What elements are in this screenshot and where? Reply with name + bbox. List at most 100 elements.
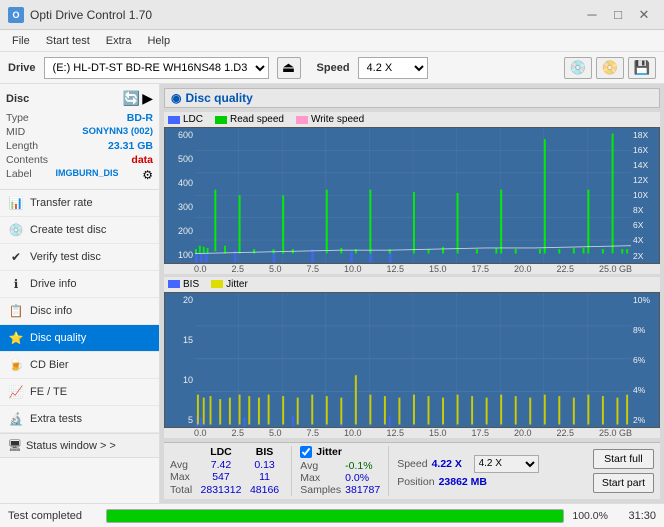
- disc-label-row: Label IMGBURN_DIS ⚙: [6, 167, 153, 183]
- menubar: File Start test Extra Help: [0, 30, 664, 52]
- write-speed-legend-color: [296, 116, 308, 124]
- write-speed-legend-label: Write speed: [311, 114, 364, 125]
- progress-percent: 100.0%: [572, 510, 608, 522]
- yr1-16x: 16X: [633, 145, 657, 155]
- menu-help[interactable]: Help: [139, 33, 178, 49]
- sidebar-item-create-test-disc[interactable]: 💿 Create test disc: [0, 217, 159, 244]
- yr1-10x: 10X: [633, 190, 657, 200]
- x1-5: 5.0: [269, 264, 282, 274]
- menu-start-test[interactable]: Start test: [38, 33, 98, 49]
- yr1-12x: 12X: [633, 175, 657, 185]
- eject-button[interactable]: ⏏: [277, 57, 301, 79]
- sidebar-item-fe-te[interactable]: 📈 FE / TE: [0, 379, 159, 406]
- avg-label: Avg: [170, 459, 196, 471]
- chart1-legend: LDC Read speed Write speed: [164, 112, 660, 127]
- speed-ctrl-select[interactable]: 4.2 X: [474, 455, 539, 473]
- position-val: 23862 MB: [439, 476, 487, 488]
- sidebar-item-drive-info[interactable]: ℹ Drive info: [0, 271, 159, 298]
- nav-label-verify-test-disc: Verify test disc: [30, 251, 101, 263]
- disc-quality-panel: ◉ Disc quality LDC Read speed: [160, 84, 664, 503]
- start-part-button[interactable]: Start part: [593, 473, 654, 493]
- y2-15: 15: [167, 335, 193, 345]
- sidebar-item-disc-info[interactable]: 📋 Disc info: [0, 298, 159, 325]
- jitter-avg-val: -0.1%: [345, 460, 380, 472]
- content-area: ◉ Disc quality LDC Read speed: [160, 84, 664, 503]
- disc-icon2[interactable]: ▶: [142, 90, 153, 107]
- maximize-button[interactable]: □: [606, 5, 630, 25]
- disc-label-icon[interactable]: ⚙: [142, 168, 153, 182]
- speed-ctrl-val: 4.22 X: [432, 458, 470, 470]
- sidebar: Disc 🔄 ▶ Type BD-R MID SONYNN3 (002) Len…: [0, 84, 160, 503]
- x1-10: 10.0: [344, 264, 362, 274]
- start-full-button[interactable]: Start full: [593, 449, 654, 469]
- sidebar-status: 🖥 Status window > >: [0, 433, 159, 458]
- sidebar-item-transfer-rate[interactable]: 📊 Transfer rate: [0, 190, 159, 217]
- sidebar-item-disc-quality[interactable]: ⭐ Disc quality: [0, 325, 159, 352]
- y1-400: 400: [167, 178, 193, 188]
- progress-bar-fill: [107, 510, 563, 522]
- transfer-rate-icon: 📊: [8, 195, 24, 211]
- nav-label-extra-tests: Extra tests: [30, 413, 82, 425]
- total-bis: 48166: [246, 484, 284, 496]
- max-label: Max: [170, 471, 196, 483]
- nav-label-create-test-disc: Create test disc: [30, 224, 106, 236]
- y1-600: 600: [167, 130, 193, 140]
- close-button[interactable]: ✕: [632, 5, 656, 25]
- chart2-container: BIS Jitter 20 15 10 5: [164, 277, 660, 439]
- disc-info-icon: 📋: [8, 303, 24, 319]
- cd-bier-icon: 🍺: [8, 357, 24, 373]
- x1-0: 0.0: [194, 264, 207, 274]
- drivebar: Drive (E:) HL-DT-ST BD-RE WH16NS48 1.D3 …: [0, 52, 664, 84]
- app-icon: O: [8, 7, 24, 23]
- x2-2.5: 2.5: [231, 428, 244, 438]
- x1-2.5: 2.5: [231, 264, 244, 274]
- menu-file[interactable]: File: [4, 33, 38, 49]
- x2-10: 10.0: [344, 428, 362, 438]
- disc-icon1[interactable]: 🔄: [123, 90, 140, 107]
- speed-controls: Speed 4.22 X 4.2 X Position 23862 MB: [388, 446, 538, 496]
- status-window-label: Status window > >: [26, 440, 116, 452]
- drive-info-icon: ℹ: [8, 276, 24, 292]
- jitter-samples-label: Samples: [300, 484, 341, 496]
- fe-te-icon: 📈: [8, 384, 24, 400]
- chart2-y-axis-left: 20 15 10 5: [165, 293, 195, 428]
- sidebar-item-cd-bier[interactable]: 🍺 CD Bier: [0, 352, 159, 379]
- nav-label-disc-info: Disc info: [30, 305, 72, 317]
- x2-0: 0.0: [194, 428, 207, 438]
- jitter-checkbox[interactable]: [300, 446, 312, 458]
- menu-extra[interactable]: Extra: [98, 33, 140, 49]
- x2-17.5: 17.5: [471, 428, 489, 438]
- chart1-svg: [195, 128, 631, 263]
- chart1-y-axis-right: 18X 16X 14X 12X 10X 8X 6X 4X 2X: [631, 128, 659, 263]
- speed-label: Speed: [317, 62, 350, 74]
- action-buttons: Start full Start part: [593, 446, 654, 496]
- disc-read-icon-btn[interactable]: 💿: [564, 57, 592, 79]
- save-icon-btn[interactable]: 💾: [628, 57, 656, 79]
- panel-title-text: Disc quality: [185, 91, 252, 105]
- sidebar-item-extra-tests[interactable]: 🔬 Extra tests: [0, 406, 159, 433]
- sidebar-item-verify-test-disc[interactable]: ✔ Verify test disc: [0, 244, 159, 271]
- bis-legend-color: [168, 280, 180, 288]
- disc-type-row: Type BD-R: [6, 111, 153, 125]
- disc-mid-row: MID SONYNN3 (002): [6, 125, 153, 139]
- progress-bar-container: [106, 509, 564, 523]
- ldc-header: LDC: [196, 446, 246, 458]
- yr2-2pct: 2%: [633, 415, 657, 425]
- speed-select[interactable]: 4.2 X: [358, 57, 428, 79]
- jitter-avg-label: Avg: [300, 460, 341, 472]
- disc-contents-row: Contents data: [6, 153, 153, 167]
- bis-legend-label: BIS: [183, 279, 199, 290]
- disc-write-icon-btn[interactable]: 📀: [596, 57, 624, 79]
- minimize-button[interactable]: ─: [580, 5, 604, 25]
- disc-info-section: Disc 🔄 ▶ Type BD-R MID SONYNN3 (002) Len…: [0, 84, 159, 190]
- yr2-4pct: 4%: [633, 385, 657, 395]
- status-window-icon: 🖥: [8, 439, 22, 452]
- app-title: Opti Drive Control 1.70: [30, 8, 152, 22]
- y1-500: 500: [167, 154, 193, 164]
- status-window-button[interactable]: 🖥 Status window > >: [0, 434, 159, 458]
- disc-section-title: Disc: [6, 93, 29, 105]
- x2-22.5: 22.5: [556, 428, 574, 438]
- drive-select[interactable]: (E:) HL-DT-ST BD-RE WH16NS48 1.D3: [44, 57, 269, 79]
- x2-15: 15.0: [429, 428, 447, 438]
- yr1-8x: 8X: [633, 205, 657, 215]
